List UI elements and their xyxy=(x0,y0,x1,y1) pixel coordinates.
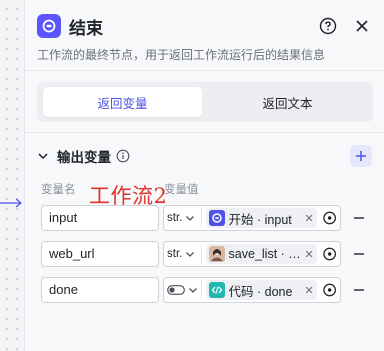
variable-reference-chip[interactable]: 开始 · input ✕ xyxy=(205,208,317,228)
remove-row-button[interactable] xyxy=(352,247,366,261)
chevron-down-icon xyxy=(189,288,197,293)
close-icon[interactable] xyxy=(352,16,372,36)
variable-name-input[interactable]: input xyxy=(41,205,159,231)
add-variable-button[interactable] xyxy=(350,145,372,167)
variable-value-selector[interactable]: str. save_list · w… ✕ xyxy=(163,241,341,267)
panel-header: 结束 xyxy=(37,13,372,39)
reference-label: save_list · w… xyxy=(228,247,302,261)
node-title: 结束 xyxy=(69,18,103,38)
divider xyxy=(25,132,384,133)
code-node-icon xyxy=(208,282,225,298)
node-config-panel: 结束 工作流的最终节点，用于返回工作流运行后的结果信息 返回变量 返回文本 输出… xyxy=(24,0,384,351)
type-label: str. xyxy=(167,212,183,224)
column-label-name: 变量名 xyxy=(41,184,76,196)
tab-return-text[interactable]: 返回文本 xyxy=(208,87,367,117)
connection-edge xyxy=(0,198,22,208)
remove-row-button[interactable] xyxy=(352,283,366,297)
node-description: 工作流的最终节点，用于返回工作流运行后的结果信息 xyxy=(37,48,326,62)
reference-label: 代码 · done xyxy=(228,284,293,299)
divider xyxy=(25,70,384,71)
chevron-down-icon xyxy=(186,252,195,257)
end-node-icon xyxy=(37,14,61,38)
type-label: str. xyxy=(167,248,183,260)
column-label-value: 变量值 xyxy=(164,184,199,196)
canvas-grid xyxy=(0,0,24,351)
variable-row: web_url str. save_list · w… ✕ xyxy=(41,241,375,267)
type-select[interactable]: str. xyxy=(167,244,202,264)
close-icon[interactable]: ✕ xyxy=(301,248,313,261)
start-node-icon xyxy=(208,210,225,226)
type-select[interactable] xyxy=(167,280,202,300)
plus-icon xyxy=(356,151,366,161)
info-icon[interactable] xyxy=(116,149,130,163)
variable-row: input str. 开始 · input ✕ xyxy=(41,205,375,231)
variable-reference-chip[interactable]: 代码 · done ✕ xyxy=(205,280,317,300)
reference-label: 开始 · input xyxy=(228,212,292,227)
toggle-type-icon xyxy=(167,285,185,295)
return-mode-tabs: 返回变量 返回文本 xyxy=(37,82,373,122)
variable-reference-chip[interactable]: save_list · w… ✕ xyxy=(205,244,317,264)
variable-name-input[interactable]: web_url xyxy=(41,241,159,267)
chevron-down-icon xyxy=(186,216,195,221)
avatar-icon xyxy=(208,246,225,262)
remove-row-button[interactable] xyxy=(352,211,366,225)
variable-name-input[interactable]: done xyxy=(41,277,159,303)
variable-value-selector[interactable]: 代码 · done ✕ xyxy=(163,277,341,303)
close-icon[interactable]: ✕ xyxy=(301,212,313,225)
output-variables-header: 输出变量 xyxy=(37,144,372,168)
help-icon[interactable] xyxy=(318,16,338,36)
section-title: 输出变量 xyxy=(57,150,111,165)
tab-return-variables[interactable]: 返回变量 xyxy=(43,87,202,117)
target-icon[interactable] xyxy=(322,246,337,262)
type-select[interactable]: str. xyxy=(167,208,202,228)
target-icon[interactable] xyxy=(322,210,337,226)
close-icon[interactable]: ✕ xyxy=(301,284,313,297)
chevron-down-icon[interactable] xyxy=(37,150,49,162)
variable-value-selector[interactable]: str. 开始 · input ✕ xyxy=(163,205,341,231)
variable-row: done 代码 · done ✕ xyxy=(41,277,375,303)
target-icon[interactable] xyxy=(322,282,337,298)
